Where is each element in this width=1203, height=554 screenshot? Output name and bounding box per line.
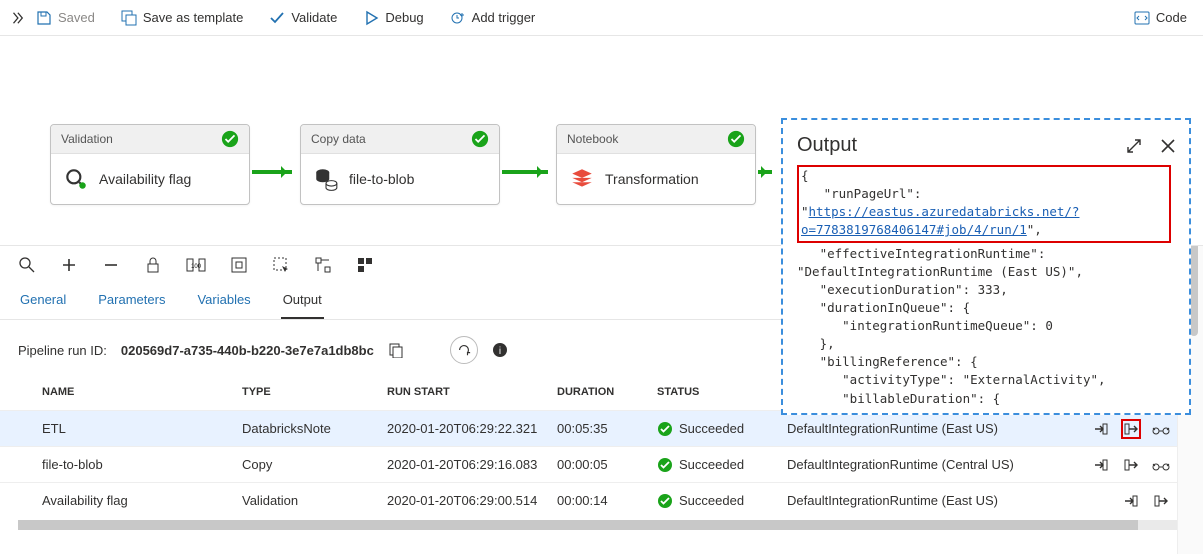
- select-icon[interactable]: [272, 256, 290, 274]
- debug-button[interactable]: Debug: [357, 6, 429, 30]
- saved-label: Saved: [58, 10, 95, 25]
- run-page-url-link[interactable]: https://eastus.azuredatabricks.net/?o=77…: [801, 204, 1079, 237]
- cell-duration: 00:00:05: [557, 457, 657, 472]
- success-icon: [657, 421, 673, 437]
- cell-start: 2020-01-20T06:29:16.083: [387, 457, 557, 472]
- output-icon[interactable]: [1151, 491, 1171, 511]
- svg-text:i: i: [499, 346, 501, 357]
- zoom-reset-icon[interactable]: 100: [186, 256, 206, 274]
- code-icon: [1134, 10, 1150, 26]
- layout-icon[interactable]: [356, 256, 374, 274]
- cell-start: 2020-01-20T06:29:00.514: [387, 493, 557, 508]
- auto-align-icon[interactable]: [314, 256, 332, 274]
- output-icon[interactable]: [1121, 419, 1141, 439]
- success-icon: [657, 493, 673, 509]
- run-id-label: Pipeline run ID:: [18, 343, 107, 358]
- cell-start: 2020-01-20T06:29:22.321: [387, 421, 557, 436]
- cell-runtime: DefaultIntegrationRuntime (Central US): [787, 457, 1057, 472]
- tab-general[interactable]: General: [18, 284, 68, 319]
- expand-icon[interactable]: [1125, 137, 1143, 155]
- table-row[interactable]: ETL DatabricksNote 2020-01-20T06:29:22.3…: [0, 410, 1203, 446]
- expand-toolbar-icon[interactable]: [10, 11, 24, 25]
- play-icon: [363, 10, 379, 26]
- refresh-button[interactable]: [450, 336, 478, 364]
- run-id-value: 020569d7-a735-440b-b220-3e7e7a1db8bc: [121, 343, 374, 358]
- connector-2: [502, 170, 548, 174]
- success-icon: [471, 130, 489, 148]
- node-type: Copy data: [311, 132, 366, 146]
- magnifier-icon: [63, 166, 89, 192]
- node-notebook[interactable]: Notebook Transformation: [556, 124, 756, 205]
- success-icon: [221, 130, 239, 148]
- fit-screen-icon[interactable]: [230, 256, 248, 274]
- check-icon: [269, 10, 285, 26]
- saved-indicator: Saved: [30, 6, 101, 30]
- input-icon[interactable]: [1091, 455, 1111, 475]
- tab-output[interactable]: Output: [281, 284, 324, 319]
- info-icon[interactable]: i: [492, 342, 508, 358]
- connector-3: [758, 170, 772, 174]
- save-as-template-button[interactable]: Save as template: [115, 6, 249, 30]
- output-panel: Output { "runPageUrl": "https://eastus.a…: [781, 118, 1191, 415]
- tab-parameters[interactable]: Parameters: [96, 284, 167, 319]
- node-type: Notebook: [567, 132, 618, 146]
- search-icon[interactable]: [18, 256, 36, 274]
- table-row[interactable]: Availability flag Validation 2020-01-20T…: [0, 482, 1203, 518]
- code-button[interactable]: Code: [1128, 6, 1193, 30]
- table-horizontal-scrollbar[interactable]: [18, 520, 1185, 530]
- details-icon[interactable]: [1151, 455, 1171, 475]
- output-json-body: "effectiveIntegrationRuntime": "DefaultI…: [797, 246, 1106, 406]
- cell-type: Validation: [242, 493, 387, 508]
- output-json[interactable]: { "runPageUrl": "https://eastus.azuredat…: [797, 165, 1177, 405]
- lock-icon[interactable]: [144, 256, 162, 274]
- zoom-out-icon[interactable]: [102, 256, 120, 274]
- top-toolbar: Saved Save as template Validate Debug Ad…: [0, 0, 1203, 36]
- details-icon[interactable]: [1151, 419, 1171, 439]
- node-name: Availability flag: [99, 171, 191, 187]
- output-title: Output: [797, 134, 857, 157]
- connector-1: [252, 170, 292, 174]
- svg-text:100: 100: [191, 264, 202, 270]
- close-icon[interactable]: [1159, 137, 1177, 155]
- tab-variables[interactable]: Variables: [195, 284, 252, 319]
- add-trigger-button[interactable]: Add trigger: [444, 6, 542, 30]
- databricks-icon: [569, 166, 595, 192]
- input-icon[interactable]: [1121, 491, 1141, 511]
- cell-runtime: DefaultIntegrationRuntime (East US): [787, 493, 1057, 508]
- cell-runtime: DefaultIntegrationRuntime (East US): [787, 421, 1057, 436]
- cell-name: ETL: [42, 421, 242, 436]
- cell-name: file-to-blob: [42, 457, 242, 472]
- success-icon: [727, 130, 745, 148]
- cell-status: Succeeded: [657, 457, 787, 473]
- success-icon: [657, 457, 673, 473]
- cell-status: Succeeded: [657, 421, 787, 437]
- node-name: file-to-blob: [349, 171, 414, 187]
- template-icon: [121, 10, 137, 26]
- node-type: Validation: [61, 132, 113, 146]
- clock-plus-icon: [450, 10, 466, 26]
- node-validation[interactable]: Validation Availability flag: [50, 124, 250, 205]
- copy-icon[interactable]: [388, 342, 404, 358]
- validate-button[interactable]: Validate: [263, 6, 343, 30]
- zoom-in-icon[interactable]: [60, 256, 78, 274]
- cell-type: Copy: [242, 457, 387, 472]
- cell-type: DatabricksNote: [242, 421, 387, 436]
- cell-status: Succeeded: [657, 493, 787, 509]
- node-copy[interactable]: Copy data file-to-blob: [300, 124, 500, 205]
- output-icon[interactable]: [1121, 455, 1141, 475]
- cell-duration: 00:00:14: [557, 493, 657, 508]
- table-row[interactable]: file-to-blob Copy 2020-01-20T06:29:16.08…: [0, 446, 1203, 482]
- cell-name: Availability flag: [42, 493, 242, 508]
- input-icon[interactable]: [1091, 419, 1111, 439]
- cell-duration: 00:05:35: [557, 421, 657, 436]
- node-name: Transformation: [605, 171, 699, 187]
- refresh-icon: [457, 343, 471, 357]
- database-icon: [313, 166, 339, 192]
- save-icon: [36, 10, 52, 26]
